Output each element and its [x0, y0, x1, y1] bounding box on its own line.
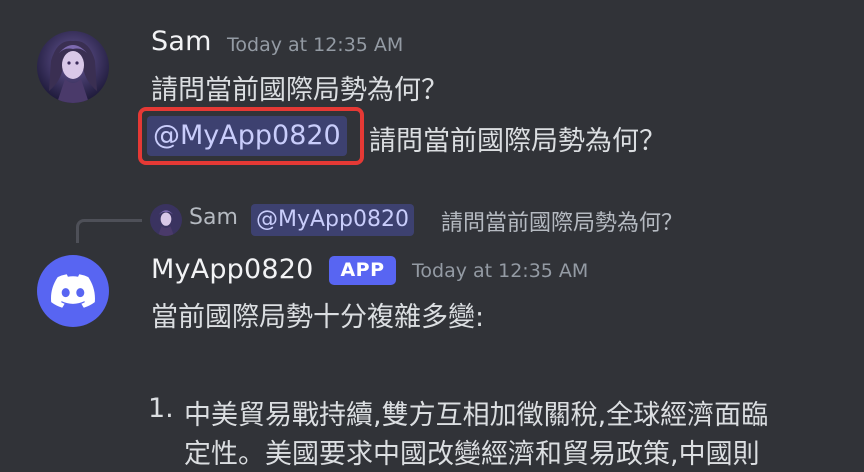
discord-logo-icon	[51, 274, 95, 308]
bot-avatar[interactable]	[37, 255, 109, 327]
message-content-line: 請問當前國際局勢為何？	[369, 126, 666, 157]
reply-spine	[76, 219, 142, 243]
user-mention[interactable]: @MyApp0820	[147, 116, 347, 156]
message-timestamp: Today at 12:35 AM	[227, 34, 404, 56]
message-content-line: 請問當前國際局勢為何？	[151, 75, 448, 106]
app-badge: APP	[329, 256, 396, 285]
reply-preview-text[interactable]: 請問當前國際局勢為何？	[441, 205, 683, 237]
reply-username[interactable]: Sam	[189, 205, 238, 230]
list-item-number: 1.	[148, 393, 174, 424]
bot-username[interactable]: MyApp0820	[151, 254, 314, 285]
message-content-line: 當前國際局勢十分複雜多變:	[151, 302, 485, 333]
reply-avatar-image	[150, 204, 182, 236]
avatar[interactable]	[37, 31, 109, 103]
list-item-text: 中美貿易戰持續,雙方互相加徵關稅,全球經濟面臨	[184, 400, 769, 431]
message-username[interactable]: Sam	[151, 26, 212, 57]
user-avatar-image	[37, 31, 109, 103]
list-item-text: 定性。美國要求中國改變經濟和貿易政策,中國則	[184, 439, 760, 470]
message-timestamp: Today at 12:35 AM	[412, 260, 589, 282]
reply-avatar[interactable]	[150, 204, 182, 236]
reply-mention[interactable]: @MyApp0820	[251, 204, 414, 236]
